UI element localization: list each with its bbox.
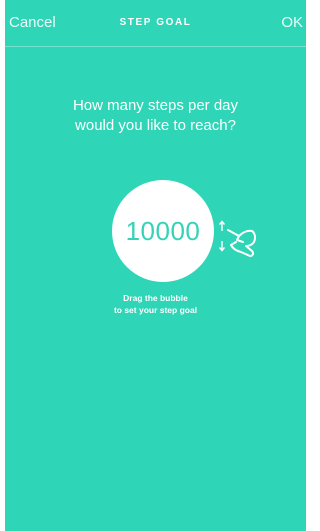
- question-line-1: How many steps per day: [72, 97, 239, 114]
- ok-button[interactable]: OK: [281, 14, 303, 31]
- hint-line-2: to set your step goal: [113, 305, 198, 315]
- step-goal-value: 10000: [125, 215, 201, 246]
- drag-hint: Drag the bubble to set your step goal: [5, 292, 306, 316]
- drag-up-down-hand-icon: [219, 220, 257, 257]
- question-line-2: would you like to reach?: [75, 117, 236, 134]
- page-title: STEP GOAL: [119, 17, 192, 28]
- step-goal-bubble[interactable]: 10000: [112, 180, 214, 282]
- navigation-bar: Cancel STEP GOAL OK: [5, 0, 306, 47]
- step-goal-screen: Cancel STEP GOAL OK How many steps per d…: [5, 0, 306, 531]
- step-goal-question: How many steps per day would you like to…: [5, 96, 306, 136]
- hint-line-1: Drag the bubble: [123, 293, 188, 303]
